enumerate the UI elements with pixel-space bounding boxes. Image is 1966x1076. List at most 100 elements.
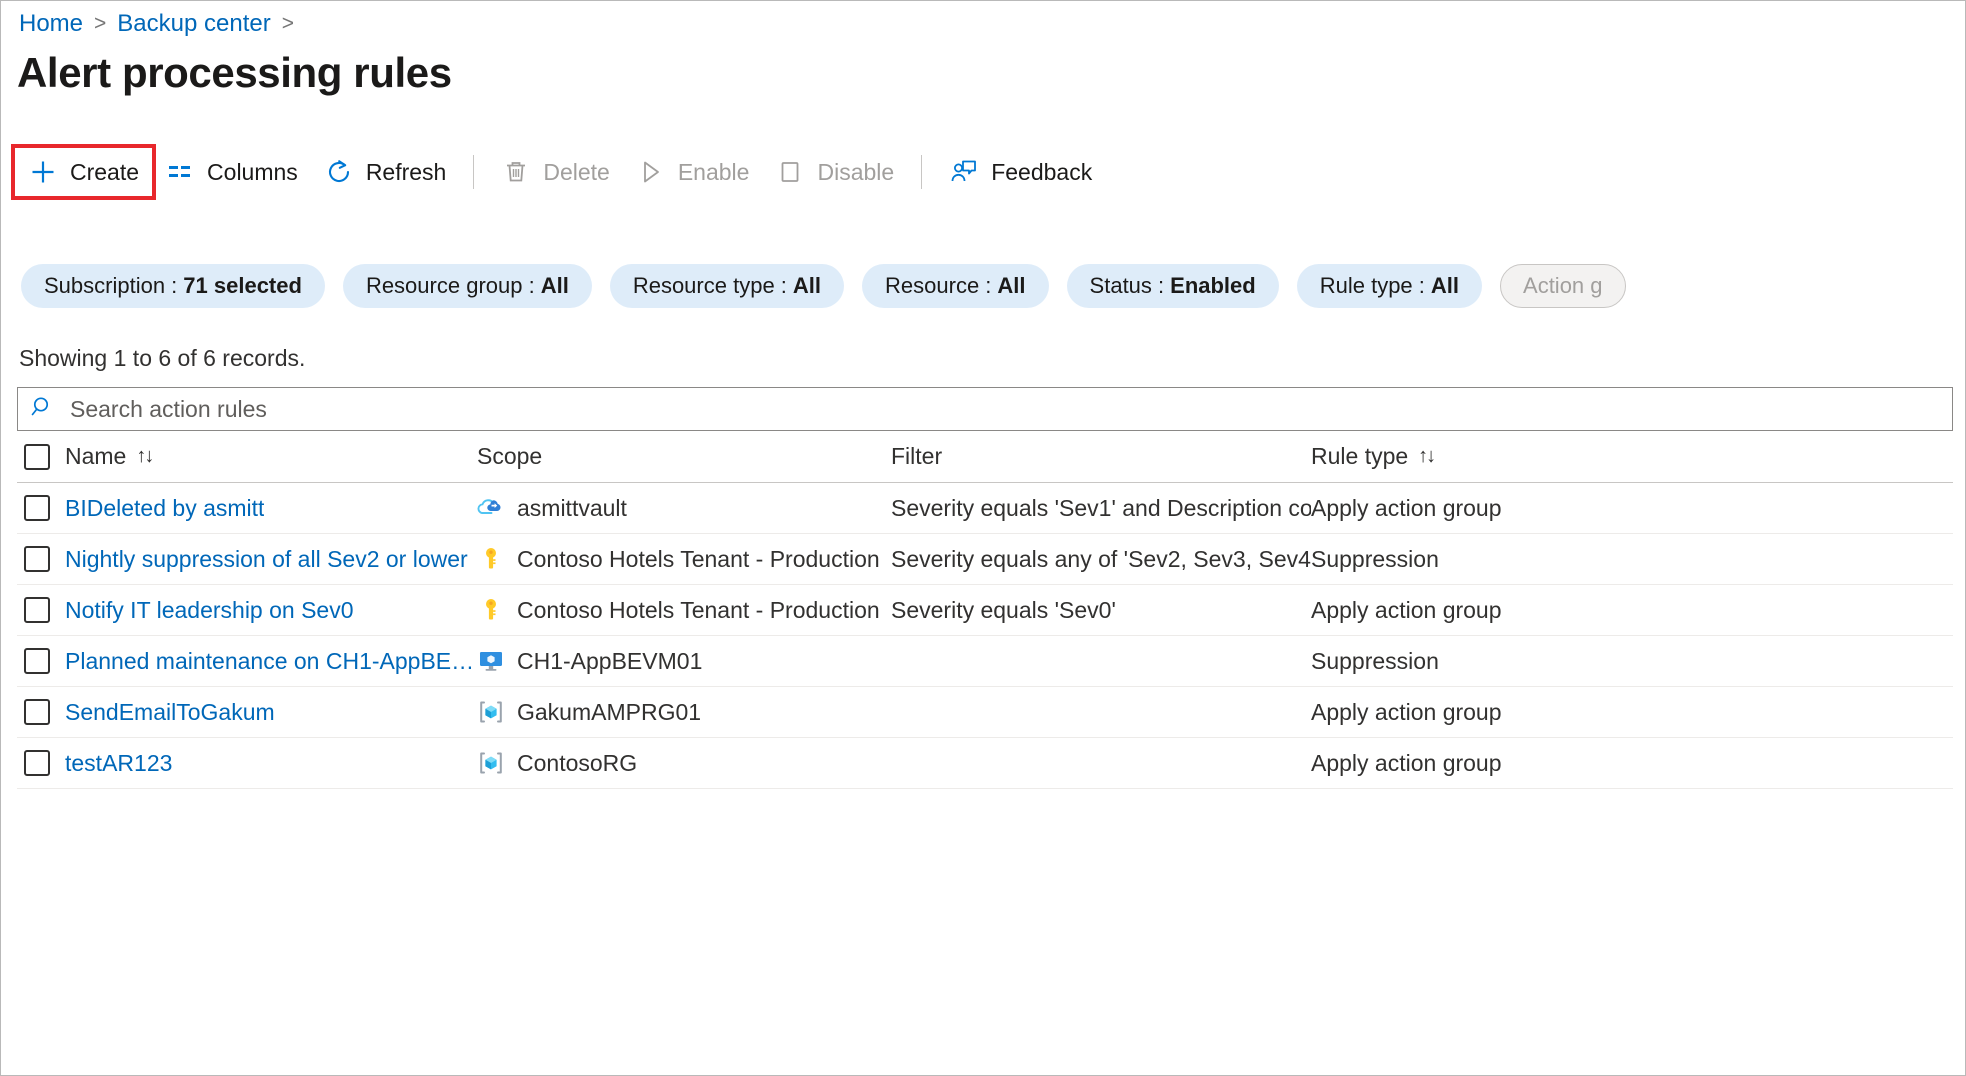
filter-pill-resource-label: Resource :	[885, 273, 991, 299]
command-bar: Create Columns Refresh	[15, 143, 1105, 201]
recovery-services-vault-icon	[477, 494, 505, 522]
row-checkbox[interactable]	[24, 750, 50, 776]
column-header-rule-type[interactable]: Rule type ↑↓	[1311, 443, 1953, 470]
feedback-person-icon	[949, 157, 979, 187]
resource-group-icon	[477, 749, 505, 777]
row-select-cell	[17, 750, 65, 776]
column-header-rule-type-label: Rule type	[1311, 443, 1408, 470]
rule-name-link[interactable]: BIDeleted by asmitt	[65, 495, 264, 522]
search-container[interactable]	[17, 387, 1953, 431]
row-name-cell: Nightly suppression of all Sev2 or lower	[65, 546, 477, 573]
rule-name-link[interactable]: Nightly suppression of all Sev2 or lower	[65, 546, 468, 573]
rule-name-link[interactable]: Notify IT leadership on Sev0	[65, 597, 354, 624]
scope-text: CH1-AppBEVM01	[517, 648, 702, 675]
row-checkbox[interactable]	[24, 546, 50, 572]
feedback-button[interactable]: Feedback	[936, 148, 1105, 196]
row-scope-cell: ContosoRG	[477, 749, 891, 777]
row-filter-cell: Severity equals 'Sev0'	[891, 597, 1311, 624]
toolbar-divider	[473, 155, 474, 189]
row-checkbox[interactable]	[24, 495, 50, 521]
row-select-cell	[17, 495, 65, 521]
table-row[interactable]: testAR123 ContosoRG Apply action group	[17, 738, 1953, 789]
select-all-checkbox[interactable]	[24, 444, 50, 470]
row-filter-cell: Severity equals any of 'Sev2, Sev3, Sev4…	[891, 546, 1311, 573]
refresh-icon	[324, 157, 354, 187]
filter-pill-resource-group[interactable]: Resource group : All	[343, 264, 592, 308]
refresh-button-label: Refresh	[366, 159, 447, 186]
row-scope-cell: CH1-AppBEVM01	[477, 647, 891, 675]
disable-button-label: Disable	[817, 159, 894, 186]
resource-group-icon	[477, 698, 505, 726]
row-rule-type-cell: Suppression	[1311, 546, 1953, 573]
column-header-scope-label: Scope	[477, 443, 542, 470]
table-row[interactable]: BIDeleted by asmitt asmittvault Severity…	[17, 483, 1953, 534]
filter-pill-resource[interactable]: Resource : All	[862, 264, 1049, 308]
play-triangle-icon	[636, 157, 666, 187]
breadcrumb-item-home[interactable]: Home	[19, 10, 83, 38]
row-scope-cell: asmittvault	[477, 494, 891, 522]
virtual-machine-icon	[477, 647, 505, 675]
row-rule-type-cell: Apply action group	[1311, 750, 1953, 777]
filter-pill-subscription-label: Subscription :	[44, 273, 177, 299]
records-summary: Showing 1 to 6 of 6 records.	[19, 345, 305, 372]
column-header-name[interactable]: Name ↑↓	[65, 443, 477, 470]
search-icon	[30, 394, 56, 425]
row-checkbox[interactable]	[24, 597, 50, 623]
columns-icon	[165, 157, 195, 187]
select-all-cell	[17, 444, 65, 470]
table-row[interactable]: Planned maintenance on CH1-AppBEVM01 CH1…	[17, 636, 1953, 687]
breadcrumb-item-backup-center[interactable]: Backup center	[117, 10, 270, 38]
columns-button[interactable]: Columns	[152, 148, 311, 196]
filter-pill-rule-type[interactable]: Rule type : All	[1297, 264, 1482, 308]
column-header-scope[interactable]: Scope	[477, 443, 891, 470]
filter-pill-subscription[interactable]: Subscription : 71 selected	[21, 264, 325, 308]
enable-button[interactable]: Enable	[623, 148, 763, 196]
column-header-filter[interactable]: Filter	[891, 443, 1311, 470]
row-select-cell	[17, 648, 65, 674]
row-rule-type-cell: Suppression	[1311, 648, 1953, 675]
delete-button[interactable]: Delete	[488, 148, 622, 196]
table-row[interactable]: Notify IT leadership on Sev0 Contoso Hot…	[17, 585, 1953, 636]
search-input[interactable]	[68, 395, 1940, 424]
row-name-cell: Notify IT leadership on Sev0	[65, 597, 477, 624]
row-name-cell: BIDeleted by asmitt	[65, 495, 477, 522]
rule-name-link[interactable]: testAR123	[65, 750, 172, 777]
disable-button[interactable]: Disable	[762, 148, 907, 196]
table-row[interactable]: Nightly suppression of all Sev2 or lower…	[17, 534, 1953, 585]
create-button-label: Create	[70, 159, 139, 186]
refresh-button[interactable]: Refresh	[311, 148, 460, 196]
alert-rules-table: Name ↑↓ Scope Filter Rule type ↑↓	[17, 431, 1953, 789]
scope-text: ContosoRG	[517, 750, 637, 777]
row-scope-cell: Contoso Hotels Tenant - Production	[477, 596, 891, 624]
row-scope-cell: Contoso Hotels Tenant - Production	[477, 545, 891, 573]
filter-pill-action-group-label: Action g	[1523, 273, 1603, 299]
alert-processing-rules-page: Home > Backup center > Alert processing …	[0, 0, 1966, 1076]
filter-pill-status-value: Enabled	[1170, 273, 1256, 299]
feedback-button-label: Feedback	[991, 159, 1092, 186]
row-name-cell: testAR123	[65, 750, 477, 777]
columns-button-label: Columns	[207, 159, 298, 186]
column-header-filter-label: Filter	[891, 443, 942, 470]
subscription-key-icon	[477, 596, 505, 624]
column-header-name-label: Name	[65, 443, 126, 470]
scope-text: asmittvault	[517, 495, 627, 522]
filter-pill-status[interactable]: Status : Enabled	[1067, 264, 1279, 308]
rule-name-link[interactable]: Planned maintenance on CH1-AppBEVM01	[65, 648, 477, 675]
stop-square-icon	[775, 157, 805, 187]
plus-icon	[28, 157, 58, 187]
row-checkbox[interactable]	[24, 699, 50, 725]
create-button[interactable]: Create	[15, 148, 152, 196]
breadcrumb-separator-icon-2: >	[282, 12, 294, 36]
sort-arrows-icon-2: ↑↓	[1418, 445, 1434, 468]
row-rule-type-cell: Apply action group	[1311, 495, 1953, 522]
rule-name-link[interactable]: SendEmailToGakum	[65, 699, 275, 726]
table-row[interactable]: SendEmailToGakum GakumAMPRG01 Apply acti…	[17, 687, 1953, 738]
filter-pill-bar: Subscription : 71 selected Resource grou…	[21, 263, 1626, 309]
filter-pill-resource-type-value: All	[793, 273, 821, 299]
breadcrumb: Home > Backup center >	[19, 7, 305, 41]
filter-pill-resource-type[interactable]: Resource type : All	[610, 264, 844, 308]
filter-pill-action-group[interactable]: Action g	[1500, 264, 1626, 308]
toolbar-divider-2	[921, 155, 922, 189]
row-checkbox[interactable]	[24, 648, 50, 674]
filter-pill-resource-group-value: All	[541, 273, 569, 299]
